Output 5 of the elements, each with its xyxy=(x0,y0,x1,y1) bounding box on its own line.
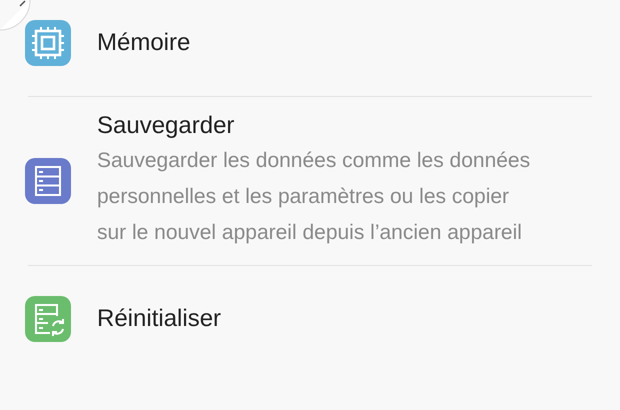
round-button[interactable] xyxy=(0,0,32,32)
setting-title[interactable]: Sauvegarder xyxy=(97,111,537,141)
setting-description: Sauvegarder les données comme les données personnelles et les paramètres ou les copier sur le nouvel appareil depuis l’ancien appareil xyxy=(97,148,532,246)
setting-title[interactable]: Mémoire xyxy=(97,28,190,58)
setting-title[interactable]: Réinitialiser xyxy=(97,304,222,334)
